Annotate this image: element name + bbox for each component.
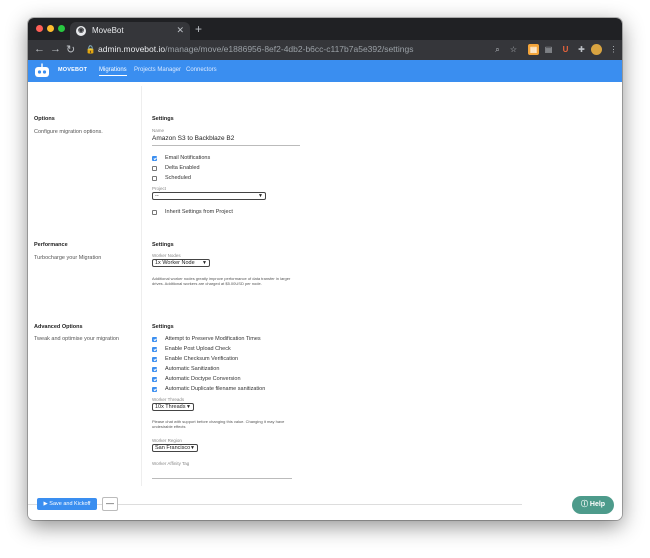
preserve-mod-times-label: Attempt to Preserve Modification Times [165, 336, 261, 342]
worker-nodes-label: Worker Nodes [152, 253, 181, 258]
duplicate-filename-label: Automatic Duplicate filename sanitizatio… [165, 386, 266, 392]
browser-toolbar: ← → ↻ 🔒 admin.movebot.io/manage/move/e18… [28, 40, 622, 60]
advanced-settings-title: Settings [152, 324, 174, 330]
duplicate-filename-checkbox[interactable] [152, 387, 157, 392]
worker-threads-value: 10x Threads [155, 404, 186, 410]
back-icon[interactable]: ← [34, 43, 45, 55]
nav-migrations[interactable]: Migrations [99, 67, 127, 76]
options-settings-title: Settings [152, 116, 174, 122]
settings-content: Options Configure migration options. Set… [28, 82, 622, 520]
email-notifications-checkbox[interactable] [152, 156, 157, 161]
inherit-settings-checkbox[interactable] [152, 210, 157, 215]
nav-projects-manager[interactable]: Projects Manager [134, 67, 181, 73]
name-label: Name [152, 128, 165, 133]
bookmark-star-icon[interactable]: ☆ [508, 44, 519, 55]
tab-strip: ◉ MoveBot ✕ + [28, 18, 622, 40]
menu-kebab-icon[interactable]: ⋮ [608, 44, 619, 55]
advanced-title: Advanced Options [34, 324, 83, 330]
advanced-subtitle: Tweak and optimise your migration [34, 336, 119, 342]
tab-title: MoveBot [92, 26, 124, 35]
help-circle-icon: ⓘ [580, 501, 588, 508]
profile-avatar-icon[interactable] [591, 44, 602, 55]
new-tab-button[interactable]: + [195, 22, 202, 36]
forward-icon[interactable]: → [50, 43, 61, 55]
nav-connectors[interactable]: Connectors [186, 67, 217, 73]
project-label: Project [152, 186, 167, 191]
worker-region-label: Worker Region [152, 438, 182, 443]
worker-threads-label: Worker Threads [152, 397, 185, 402]
movebot-logo-icon[interactable] [34, 63, 50, 78]
checksum-verification-checkbox[interactable] [152, 357, 157, 362]
minimize-window-button[interactable] [47, 25, 54, 32]
affinity-tag-label: Worker Affinity Tag [152, 461, 190, 466]
delta-enabled-checkbox[interactable] [152, 166, 157, 171]
help-label: Help [589, 501, 606, 508]
doctype-conversion-checkbox[interactable] [152, 377, 157, 382]
scheduled-checkbox[interactable] [152, 176, 157, 181]
close-window-button[interactable] [36, 25, 43, 32]
post-upload-check-label: Enable Post Upload Check [165, 346, 231, 352]
performance-title: Performance [34, 242, 68, 248]
search-icon[interactable]: ⌕ [492, 44, 503, 55]
reload-icon[interactable]: ↻ [66, 43, 75, 56]
post-upload-check-checkbox[interactable] [152, 347, 157, 352]
delta-enabled-label: Delta Enabled [165, 165, 200, 171]
app-navbar: MOVEBOT Migrations Projects Manager Conn… [28, 60, 622, 82]
worker-threads-help: Please chat with support before changing… [152, 419, 285, 429]
worker-nodes-value: 1x Worker Node [155, 260, 195, 266]
worker-nodes-select[interactable]: 1x Worker Node ▼ [152, 259, 210, 267]
chevron-down-icon: ▼ [258, 193, 263, 199]
scheduled-label: Scheduled [165, 175, 191, 181]
automatic-sanitization-checkbox[interactable] [152, 367, 157, 372]
browser-tab[interactable]: ◉ MoveBot ✕ [70, 22, 190, 40]
url-path: /manage/move/e1886956-8ef2-4db2-b6cc-c11… [165, 44, 414, 54]
project-select[interactable]: -- ▼ [152, 192, 266, 200]
url-host: admin.movebot.io [98, 44, 166, 54]
automatic-sanitization-label: Automatic Sanitization [165, 366, 220, 372]
performance-settings-title: Settings [152, 242, 174, 248]
address-bar[interactable]: admin.movebot.io/manage/move/e1886956-8e… [98, 44, 414, 54]
worker-region-value: San Francisco [155, 445, 191, 451]
more-options-button[interactable]: — [102, 497, 118, 511]
maximize-window-button[interactable] [58, 25, 65, 32]
puzzle-icon[interactable]: ✚ [576, 44, 587, 55]
movebot-favicon-icon: ◉ [76, 26, 86, 36]
column-divider [141, 86, 142, 486]
extension-u-icon[interactable]: U [560, 44, 571, 55]
tab-close-icon[interactable]: ✕ [176, 25, 184, 36]
chevron-down-icon: ▼ [186, 404, 191, 410]
chevron-down-icon: ▼ [190, 445, 195, 451]
extension-icon[interactable]: ▦ [528, 44, 539, 55]
inherit-settings-label: Inherit Settings from Project [165, 209, 233, 215]
email-notifications-label: Email Notifications [165, 155, 211, 161]
performance-subtitle: Turbocharge your Migration [34, 255, 102, 261]
project-select-value: -- [155, 193, 159, 199]
worker-nodes-help: Additional worker nodes greatly improve … [152, 276, 291, 286]
affinity-tag-underline [152, 478, 292, 479]
checksum-verification-label: Enable Checksum Verification [165, 356, 239, 362]
help-button[interactable]: ⓘ Help [572, 496, 614, 514]
options-subtitle: Configure migration options. [34, 129, 103, 135]
lock-icon: 🔒 [85, 45, 96, 54]
browser-window: ◉ MoveBot ✕ + ← → ↻ 🔒 admin.movebot.io/m… [28, 18, 622, 520]
extension-grid-icon[interactable]: ▤ [543, 44, 554, 55]
preserve-mod-times-checkbox[interactable] [152, 337, 157, 342]
chevron-down-icon: ▼ [202, 260, 207, 266]
logo-text: MOVEBOT [58, 67, 88, 73]
worker-region-select[interactable]: San Francisco ▼ [152, 444, 198, 452]
options-title: Options [34, 116, 55, 122]
save-and-kickoff-button[interactable]: ▶ Save and Kickoff [37, 498, 97, 510]
worker-threads-select[interactable]: 10x Threads ▼ [152, 403, 194, 411]
doctype-conversion-label: Automatic Doctype Conversion [165, 376, 241, 382]
name-field[interactable]: Amazon S3 to Backblaze B2 [152, 135, 234, 142]
name-field-underline [152, 145, 300, 146]
